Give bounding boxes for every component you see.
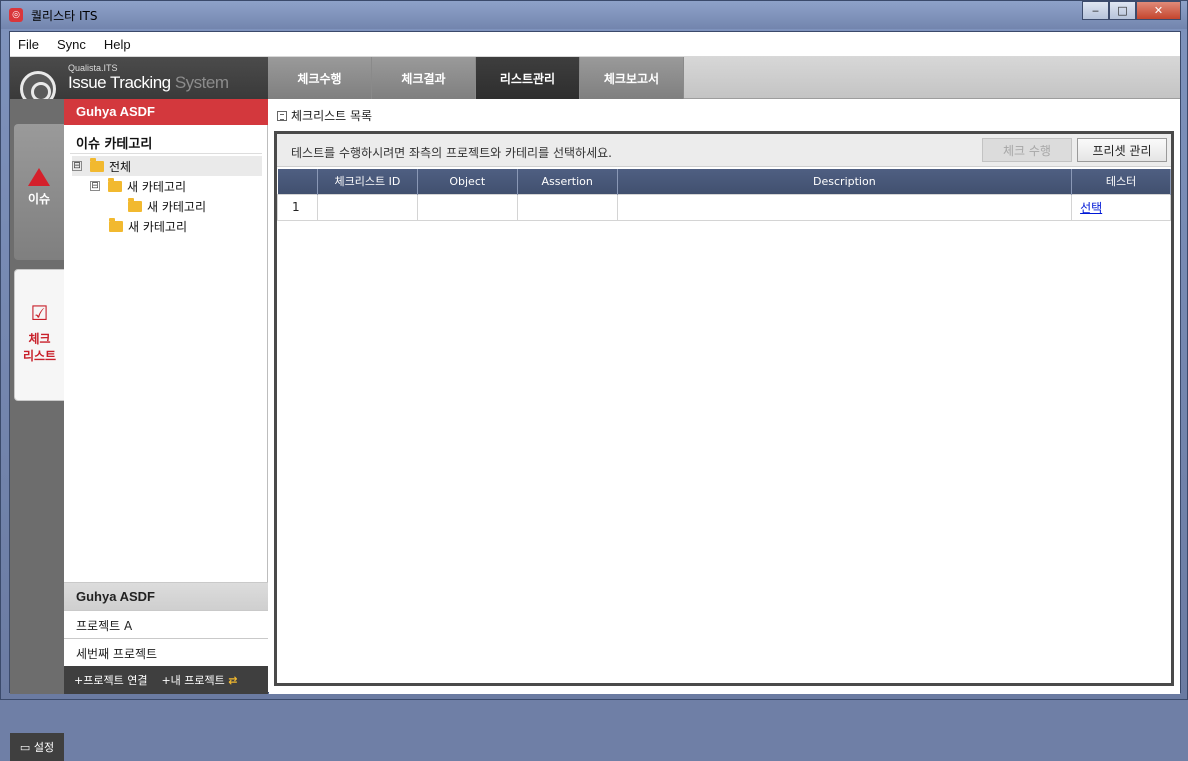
divider [70, 153, 262, 154]
collapse-icon[interactable]: ⊟ [72, 161, 82, 171]
side-tab-issue[interactable]: 이슈 [14, 124, 64, 260]
my-project-link[interactable]: +내 프로젝트 ⇄ [161, 672, 237, 688]
menu-sync[interactable]: Sync [57, 37, 86, 52]
window-title: 퀄리스타 ITS [31, 9, 98, 23]
check-run-button[interactable]: 체크 수행 [982, 138, 1072, 162]
maximize-button[interactable]: □ [1109, 1, 1136, 20]
brand-title-system: System [174, 73, 229, 92]
tree-item-label: 새 카테고리 [128, 219, 188, 234]
my-project-label: +내 프로젝트 [161, 674, 225, 687]
sidebar: Guhya ASDF 이슈 카테고리 ⊟ 전체 ⊟ 새 카테고리 새 카테고리 [64, 99, 268, 694]
tree-item-label: 새 카테고리 [127, 179, 187, 194]
brand: Qualista.ITS Issue Tracking System [10, 57, 268, 107]
connect-project-link[interactable]: +프로젝트 연결 [74, 672, 147, 688]
app-header: Qualista.ITS Issue Tracking System 체크수행 … [10, 57, 1180, 107]
checklist-title: 체크리스트 목록 [277, 107, 372, 124]
table-header-row: 체크리스트 ID Object Assertion Description 테스… [277, 169, 1171, 194]
side-tab-checklist-label-2: 리스트 [22, 349, 57, 363]
tree-item-all[interactable]: ⊟ 전체 [72, 156, 262, 176]
brand-title-main: Issue Tracking [68, 73, 171, 92]
cell-tester: 선택 [1071, 193, 1171, 221]
main-tabs: 체크수행 체크결과 리스트관리 체크보고서 [268, 57, 684, 99]
warning-icon [28, 168, 50, 186]
tab-list-manage[interactable]: 리스트관리 [476, 57, 580, 99]
app-icon: ◎ [9, 8, 23, 22]
current-project-header: Guhya ASDF [64, 99, 268, 125]
monitor-icon: ▭ [19, 740, 31, 754]
client-area: File Sync Help Qualista.ITS Issue Tracki… [9, 31, 1181, 761]
folder-icon [109, 217, 123, 232]
minimize-button[interactable]: ‒ [1082, 1, 1109, 20]
collapse-icon[interactable]: ⊟ [90, 181, 100, 191]
checklist-panel: 테스트를 수행하시려면 좌측의 프로젝트와 카테리를 선택하세요. 체크 수행 … [274, 131, 1174, 686]
column-header-id[interactable]: 체크리스트 ID [317, 169, 418, 194]
folder-icon [128, 197, 142, 212]
project-item[interactable]: Guhya ASDF [64, 582, 268, 610]
tree-item-category[interactable]: 새 카테고리 [72, 216, 262, 236]
close-button[interactable]: ✕ [1136, 1, 1181, 20]
window-controls: ‒ □ ✕ [1082, 1, 1181, 21]
settings-button[interactable]: ▭ 설정 [10, 733, 64, 761]
project-list: Guhya ASDF 프로젝트 A 세번째 프로젝트 [64, 582, 268, 666]
side-tab-checklist-label-1: 체크 [28, 332, 51, 346]
checkbox-icon: ☑ [30, 301, 49, 325]
checklist-table: 체크리스트 ID Object Assertion Description 테스… [277, 169, 1171, 221]
preset-manage-button[interactable]: 프리셋 관리 [1077, 138, 1167, 162]
cell-object[interactable] [416, 193, 518, 221]
project-footer: +프로젝트 연결 +내 프로젝트 ⇄ [64, 666, 268, 694]
column-header-object[interactable]: Object [417, 169, 518, 194]
tree-item-label: 새 카테고리 [147, 199, 207, 214]
category-tree: ⊟ 전체 ⊟ 새 카테고리 새 카테고리 새 카테고리 [72, 156, 262, 236]
list-icon [277, 110, 287, 121]
column-header-index[interactable] [277, 169, 318, 194]
notice-bar: 테스트를 수행하시려면 좌측의 프로젝트와 카테리를 선택하세요. 체크 수행 … [277, 134, 1171, 167]
cell-index: 1 [277, 193, 318, 221]
notice-text: 테스트를 수행하시려면 좌측의 프로젝트와 카테리를 선택하세요. [291, 146, 612, 160]
tab-check-run[interactable]: 체크수행 [268, 57, 372, 99]
sync-icon: ⇄ [228, 674, 238, 687]
tab-check-report[interactable]: 체크보고서 [580, 57, 684, 99]
tree-item-label: 전체 [109, 159, 132, 174]
cell-description[interactable] [616, 193, 1073, 221]
tree-item-category[interactable]: 새 카테고리 [72, 196, 262, 216]
column-header-assertion[interactable]: Assertion [517, 169, 618, 194]
folder-icon [90, 157, 104, 172]
tab-check-result[interactable]: 체크결과 [372, 57, 476, 99]
brand-small: Qualista.ITS [68, 63, 118, 73]
select-tester-link[interactable]: 선택 [1080, 201, 1102, 215]
app-window: ◎ 퀄리스타 ITS ‒ □ ✕ File Sync Help Qualista… [0, 0, 1188, 761]
menu-file[interactable]: File [18, 37, 39, 52]
project-item[interactable]: 프로젝트 A [64, 610, 268, 638]
side-tab-issue-label: 이슈 [27, 192, 51, 206]
folder-icon [108, 177, 122, 192]
menu-help[interactable]: Help [104, 37, 131, 52]
menu-bar: File Sync Help [10, 32, 1180, 57]
side-tab-checklist[interactable]: ☑ 체크 리스트 [14, 269, 64, 401]
main-content: 체크리스트 목록 테스트를 수행하시려면 좌측의 프로젝트와 카테리를 선택하세… [269, 99, 1180, 694]
project-item[interactable]: 세번째 프로젝트 [64, 638, 268, 666]
settings-label: 설정 [33, 741, 55, 754]
cell-id[interactable] [316, 193, 418, 221]
checklist-title-label: 체크리스트 목록 [291, 109, 373, 123]
column-header-tester[interactable]: 테스터 [1071, 169, 1171, 194]
column-header-description[interactable]: Description [617, 169, 1073, 194]
title-bar: ◎ 퀄리스타 ITS ‒ □ ✕ [1, 1, 1187, 29]
category-title: 이슈 카테고리 [76, 137, 153, 152]
tree-item-category[interactable]: ⊟ 새 카테고리 [72, 176, 262, 196]
cell-assertion[interactable] [516, 193, 618, 221]
table-row[interactable]: 1 선택 [277, 193, 1171, 221]
left-strip: 이슈 ☑ 체크 리스트 ▭ 설정 [10, 99, 64, 761]
brand-title: Issue Tracking System [68, 73, 229, 93]
